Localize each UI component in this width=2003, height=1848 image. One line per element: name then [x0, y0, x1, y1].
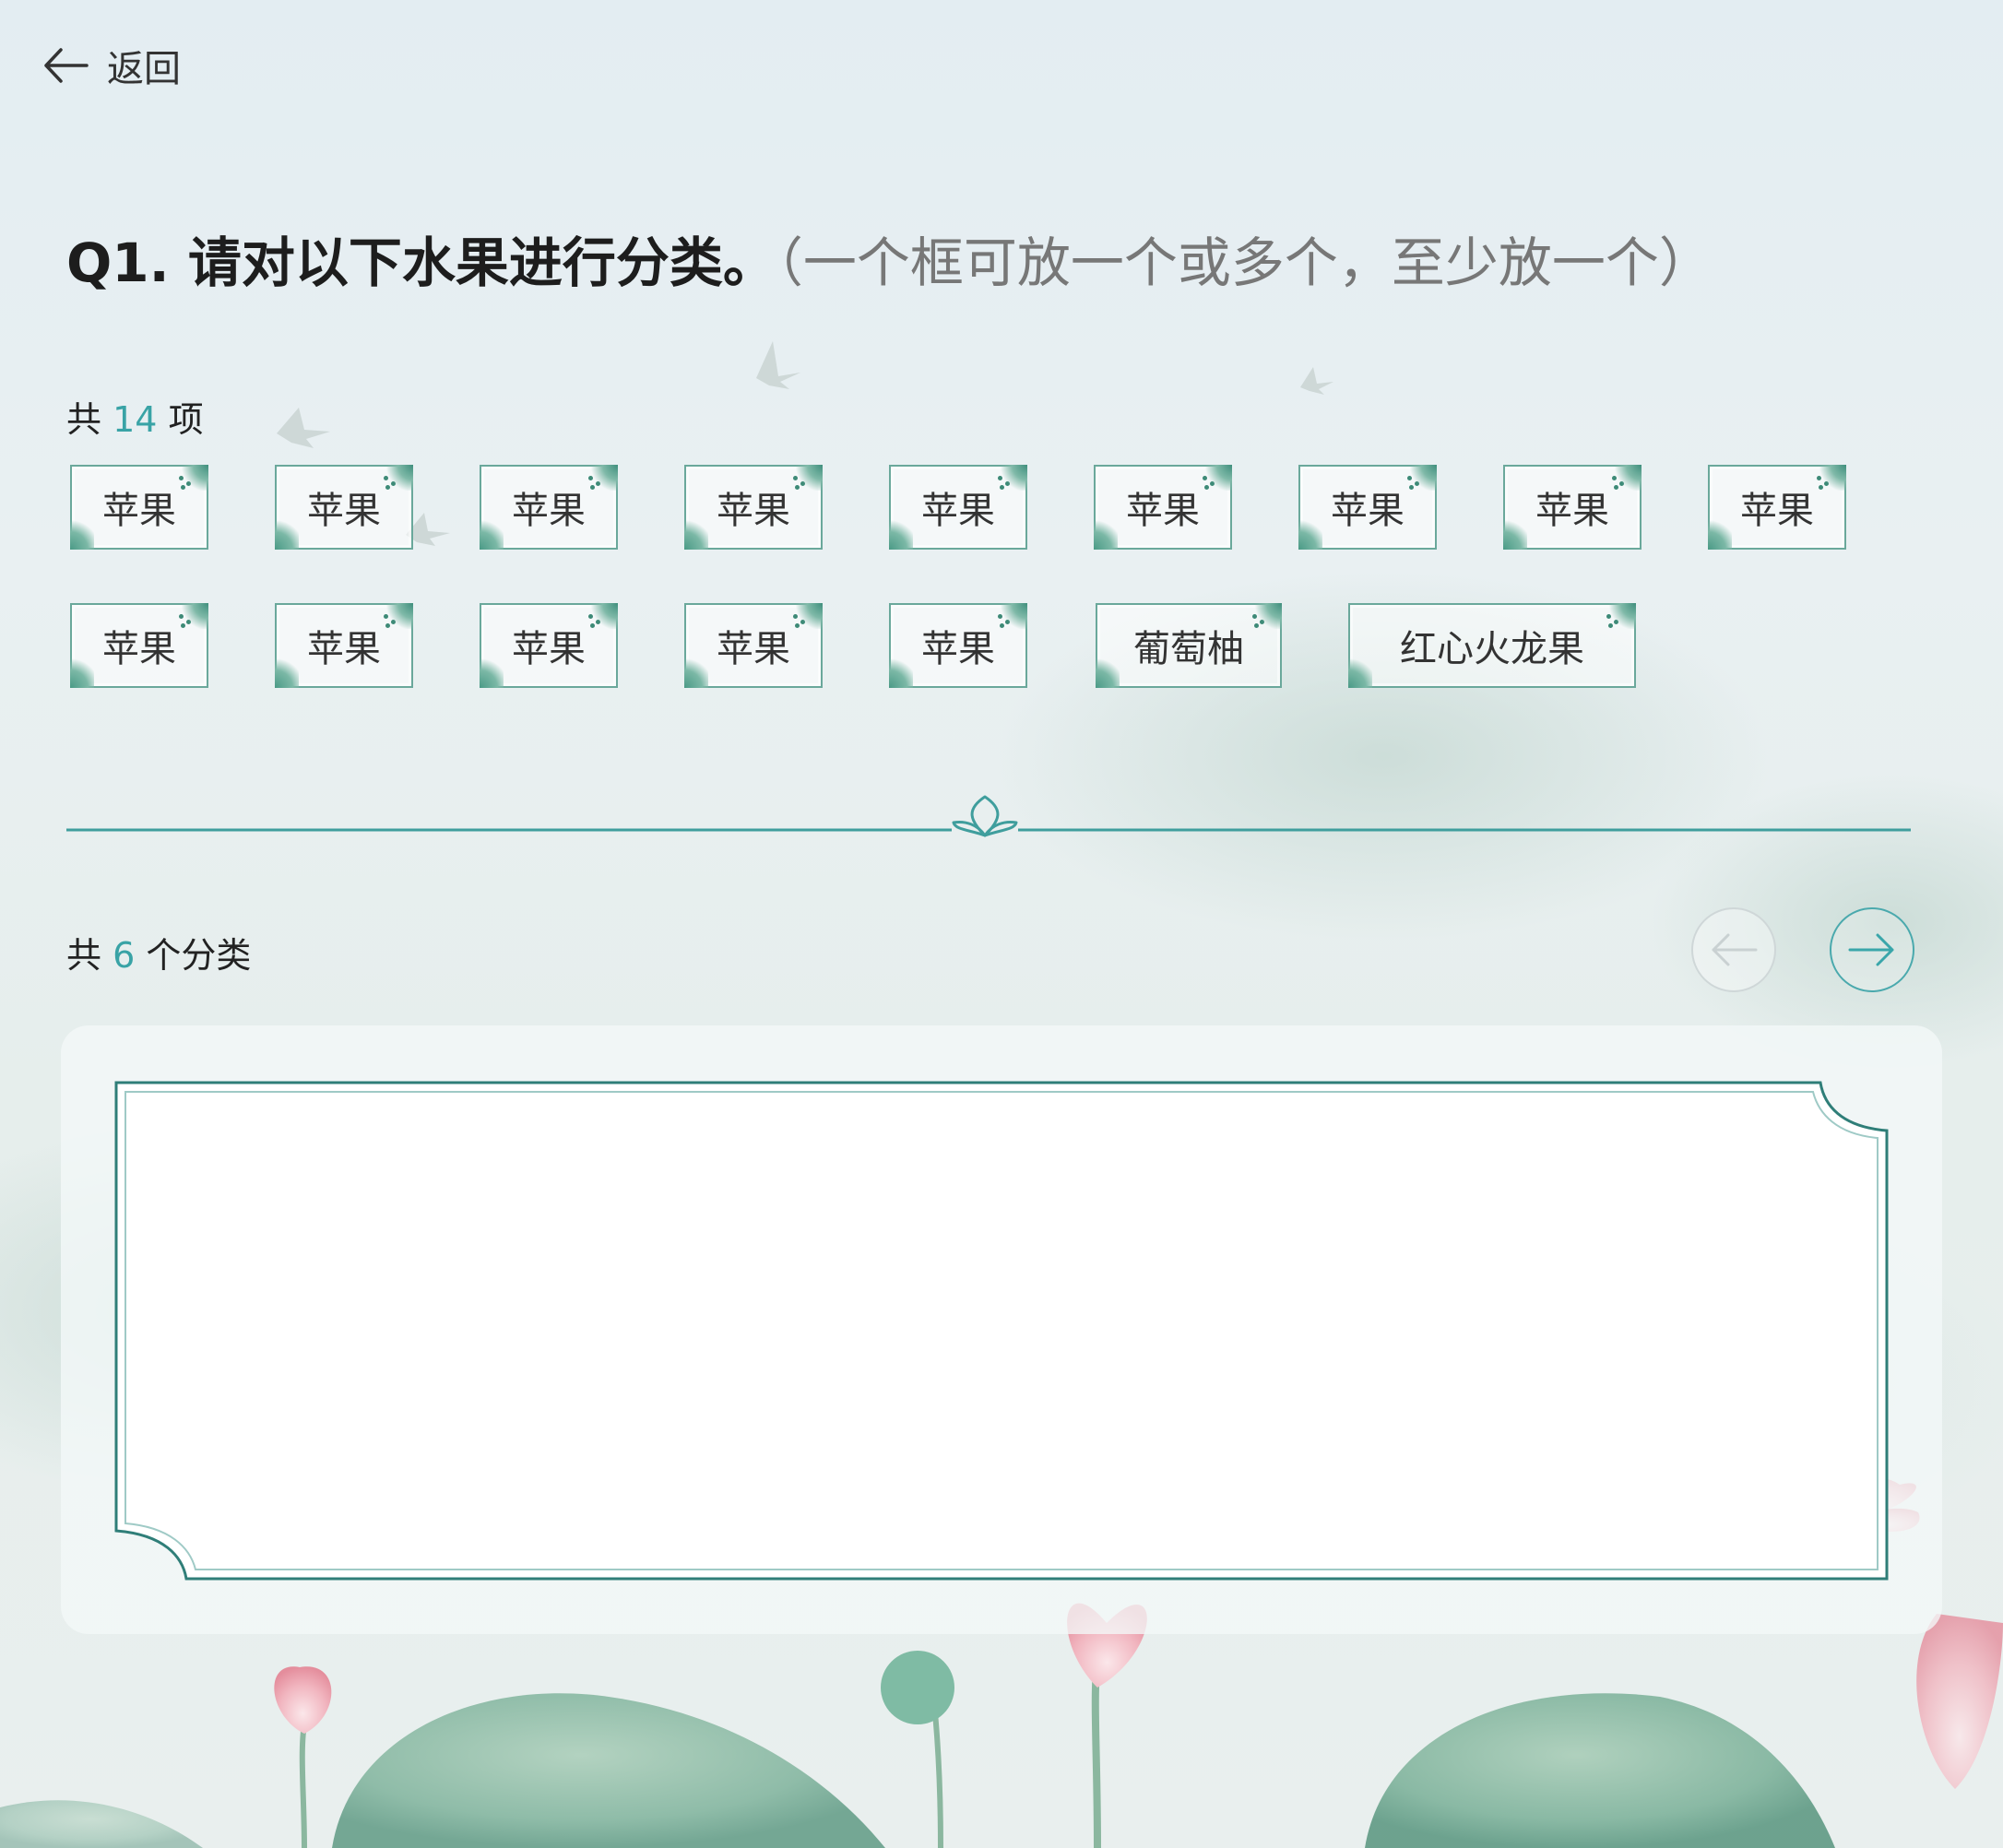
next-category-button[interactable]	[1830, 907, 1914, 992]
item-tag[interactable]: 苹果	[70, 465, 208, 550]
ink-dots-icon	[1608, 474, 1629, 491]
item-tag[interactable]: 苹果	[480, 465, 618, 550]
item-tag[interactable]: 苹果	[1094, 465, 1232, 550]
item-label: 苹果	[512, 628, 586, 670]
item-tag[interactable]: 苹果	[70, 603, 208, 688]
item-tag[interactable]: 苹果	[1298, 465, 1437, 550]
item-tag[interactable]: 苹果	[1708, 465, 1846, 550]
item-tag[interactable]: 红心火龙果	[1348, 603, 1636, 688]
item-label: 苹果	[1331, 490, 1404, 532]
ink-dots-icon	[1199, 474, 1219, 491]
ink-dots-icon	[1249, 612, 1269, 629]
categories-count-number: 6	[113, 935, 136, 976]
ink-dots-icon	[789, 612, 810, 629]
lotus-ornament-icon	[952, 795, 1018, 837]
items-count-prefix: 共	[66, 399, 102, 440]
item-tag[interactable]: 苹果	[684, 465, 823, 550]
item-label: 苹果	[102, 628, 176, 670]
item-tag[interactable]: 苹果	[1503, 465, 1642, 550]
item-label: 苹果	[717, 628, 790, 670]
ink-dots-icon	[585, 612, 605, 629]
prev-category-button[interactable]	[1691, 907, 1776, 992]
item-label: 苹果	[307, 628, 381, 670]
categories-count-prefix: 共	[66, 935, 102, 976]
ink-dots-icon	[380, 612, 400, 629]
arrow-left-icon	[44, 48, 89, 83]
question-title: Q1. 请对以下水果进行分类。（一个框可放一个或多个，至少放一个）	[66, 219, 1713, 297]
item-tag[interactable]: 苹果	[480, 603, 618, 688]
item-label: 苹果	[307, 490, 381, 532]
back-label: 返回	[107, 48, 181, 90]
back-button[interactable]: 返回	[41, 39, 181, 92]
item-label: 苹果	[1535, 490, 1609, 532]
ink-dots-icon	[1404, 474, 1424, 491]
arrow-left-icon	[1712, 933, 1758, 966]
item-tag[interactable]: 葡萄柚	[1096, 603, 1282, 688]
items-count: 共 14 项	[66, 391, 204, 442]
ink-dots-icon	[380, 474, 400, 491]
item-tag[interactable]: 苹果	[275, 603, 413, 688]
categories-count: 共 6 个分类	[66, 927, 251, 977]
question-hint: （一个框可放一个或多个，至少放一个）	[776, 231, 1713, 294]
category-drop-zone[interactable]	[111, 1077, 1900, 1584]
categories-count-suffix: 个分类	[146, 935, 252, 976]
item-label: 苹果	[921, 628, 995, 670]
item-tag[interactable]: 苹果	[684, 603, 823, 688]
item-label: 苹果	[1740, 490, 1814, 532]
ink-dots-icon	[585, 474, 605, 491]
item-label: 葡萄柚	[1133, 628, 1244, 670]
ink-dots-icon	[175, 474, 196, 491]
item-label: 苹果	[921, 490, 995, 532]
item-label: 苹果	[1126, 490, 1200, 532]
item-label: 苹果	[717, 490, 790, 532]
arrow-right-icon	[1848, 933, 1894, 966]
items-count-suffix: 项	[168, 399, 204, 440]
ink-dots-icon	[175, 612, 196, 629]
ink-dots-icon	[789, 474, 810, 491]
ink-dots-icon	[994, 474, 1014, 491]
item-label: 苹果	[512, 490, 586, 532]
ink-dots-icon	[1603, 612, 1623, 629]
section-divider	[66, 795, 1911, 837]
item-label: 苹果	[102, 490, 176, 532]
ink-dots-icon	[994, 612, 1014, 629]
item-label: 红心火龙果	[1400, 628, 1584, 670]
question-text: Q1. 请对以下水果进行分类。	[66, 231, 776, 294]
item-tag[interactable]: 苹果	[889, 603, 1027, 688]
ink-dots-icon	[1813, 474, 1833, 491]
items-count-number: 14	[113, 399, 158, 440]
item-tag[interactable]: 苹果	[889, 465, 1027, 550]
item-tag[interactable]: 苹果	[275, 465, 413, 550]
